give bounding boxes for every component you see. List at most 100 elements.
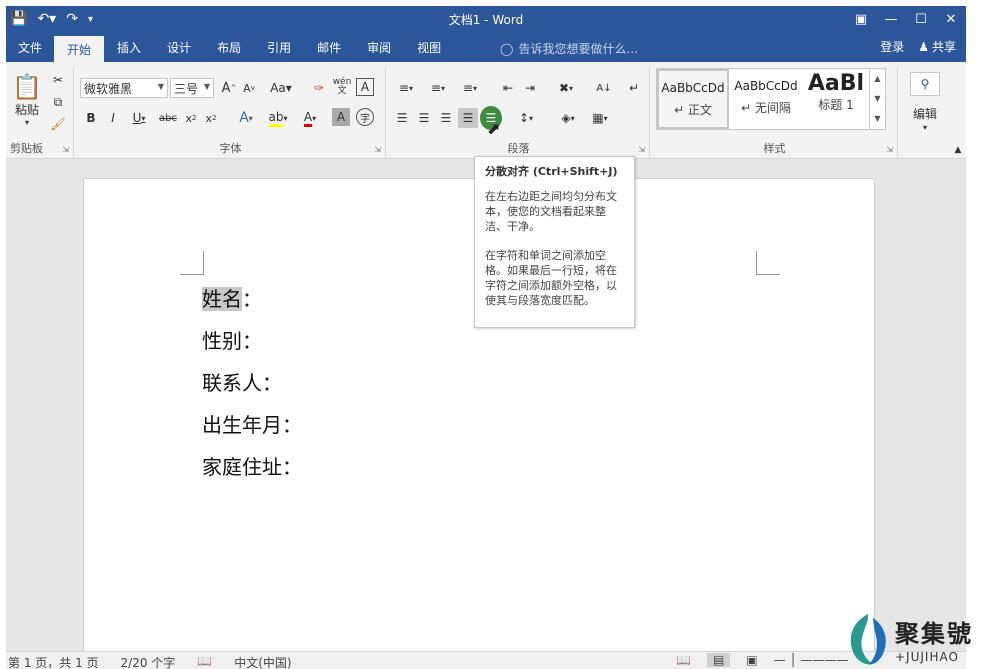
strikethrough-button[interactable]: abc: [156, 108, 180, 128]
person-icon: ♟: [918, 39, 929, 54]
margin-corner-top-right: [756, 251, 780, 275]
style-normal[interactable]: AaBbCcDd ↵ 正文: [657, 69, 729, 129]
line-spacing-button[interactable]: ↕ ▾: [512, 108, 540, 128]
chevron-down-icon[interactable]: ▼: [870, 89, 885, 109]
increase-indent-button[interactable]: ⇥: [520, 78, 540, 98]
dialog-launcher-icon[interactable]: ⇲: [638, 145, 645, 154]
window-title: 文档1 - Word: [448, 13, 524, 27]
close-button[interactable]: ✕: [936, 6, 966, 32]
bullets-button[interactable]: ≡ ▾: [392, 78, 420, 98]
character-border-button[interactable]: A: [356, 78, 374, 96]
shading-button[interactable]: ◈ ▾: [554, 108, 582, 128]
grow-font-button[interactable]: A ^: [220, 78, 238, 98]
dialog-launcher-icon[interactable]: ⇲: [374, 145, 381, 154]
word-count[interactable]: 2/20 个字: [121, 654, 176, 669]
highlight-color-button[interactable]: ab ▾: [264, 108, 292, 128]
zoom-slider[interactable]: — │ ————: [774, 653, 849, 667]
maximize-button[interactable]: ☐: [906, 6, 936, 32]
tab-mailings[interactable]: 邮件: [304, 32, 354, 62]
editing-group[interactable]: ⚲ 编辑 ▾: [900, 66, 954, 158]
subscript-button[interactable]: x2: [182, 108, 200, 128]
dialog-launcher-icon[interactable]: ⇲: [886, 145, 893, 154]
justify-button[interactable]: ☰: [458, 108, 478, 128]
share-button[interactable]: ♟ 共享: [918, 38, 956, 55]
doc-line-name-colon: ：: [242, 287, 262, 311]
chevron-up-icon[interactable]: ▲: [870, 69, 885, 89]
shrink-font-button[interactable]: Av: [240, 78, 258, 98]
text-effects-button[interactable]: A ▾: [232, 108, 260, 128]
web-layout-icon[interactable]: ▣: [746, 653, 757, 667]
print-layout-icon[interactable]: ▤: [706, 653, 731, 667]
format-painter-icon[interactable]: 🖌: [48, 114, 68, 134]
read-mode-icon[interactable]: 📖: [676, 653, 691, 667]
paragraph-group: ≡ ▾ ≡ ▾ ≡ ▾ ⇤ ⇥ ✖ ▾ A↓ ↵ ☰ ☰ ☰ ☰ ☰ ↕ ▾ ◈ ▾ ▦ ▾ …: [388, 66, 650, 158]
style-heading1-name: 标题 1: [818, 98, 854, 112]
multilevel-list-button[interactable]: ≡ ▾: [456, 78, 484, 98]
font-size-value: 三号: [174, 81, 199, 96]
highlighter-icon: ab: [268, 110, 284, 127]
watermark-logo: 聚集號 +JUJIHAO: [843, 612, 991, 669]
ribbon-tab-bar: 文件 开始 插入 设计 布局 引用 邮件 审阅 视图 ◯ 告诉我您想要做什么..…: [6, 32, 966, 62]
dialog-launcher-icon[interactable]: ⇲: [62, 145, 69, 154]
doc-line-gender[interactable]: 性别：: [202, 325, 262, 354]
font-size-combo[interactable]: 三号 ▼: [170, 78, 214, 98]
tab-home[interactable]: 开始: [54, 36, 105, 62]
tab-insert[interactable]: 插入: [104, 32, 154, 62]
style-heading1-sample: AaBl: [807, 71, 865, 96]
page-count[interactable]: 第 1 页，共 1 页: [8, 654, 99, 669]
tab-references[interactable]: 引用: [254, 32, 304, 62]
align-left-button[interactable]: ☰: [392, 108, 412, 128]
show-marks-button[interactable]: ↵: [624, 78, 644, 98]
font-name-combo[interactable]: 微软雅黑 ▼: [80, 78, 168, 98]
italic-button[interactable]: I: [104, 108, 122, 128]
bold-button[interactable]: B: [82, 108, 100, 128]
logo-text: 聚集號: [895, 619, 973, 648]
more-styles-icon[interactable]: ▼: [870, 109, 885, 129]
logo-subtext: +JUJIHAO: [895, 650, 959, 664]
doc-line-birth[interactable]: 出生年月：: [202, 409, 302, 438]
find-icon[interactable]: ⚲: [910, 72, 940, 96]
phonetic-guide-button[interactable]: wén 文: [332, 76, 352, 98]
paragraph-group-label: 段落: [507, 142, 530, 155]
chinese-layout-button[interactable]: ✖ ▾: [552, 78, 580, 98]
tab-review[interactable]: 审阅: [354, 32, 404, 62]
tell-me-box[interactable]: ◯ 告诉我您想要做什么...: [500, 40, 638, 57]
paste-button[interactable]: 📋 粘贴 ▾: [10, 70, 44, 130]
align-right-button[interactable]: ☰: [436, 108, 456, 128]
tab-view[interactable]: 视图: [404, 32, 454, 62]
character-shading-button[interactable]: A: [332, 108, 350, 126]
sort-button[interactable]: A↓: [594, 78, 614, 98]
doc-line-address[interactable]: 家庭住址：: [202, 451, 302, 480]
borders-button[interactable]: ▦ ▾: [586, 108, 614, 128]
language-indicator[interactable]: 中文(中国): [234, 654, 291, 669]
mouse-pointer-icon: ⬈: [487, 119, 501, 138]
superscript-button[interactable]: x2: [202, 108, 220, 128]
doc-line-contact[interactable]: 联系人：: [202, 367, 282, 396]
clear-formatting-icon[interactable]: ✑: [310, 78, 328, 98]
proofing-icon[interactable]: 📖: [197, 654, 212, 669]
tab-layout[interactable]: 布局: [204, 32, 254, 62]
font-color-button[interactable]: A ▾: [296, 108, 324, 128]
numbering-button[interactable]: ≡ ▾: [424, 78, 452, 98]
style-heading1[interactable]: AaBl 标题 1: [803, 69, 869, 129]
styles-gallery-scroll[interactable]: ▲ ▼ ▼: [869, 69, 885, 129]
style-normal-name: ↵ 正文: [674, 103, 712, 117]
minimize-button[interactable]: —: [876, 6, 906, 32]
underline-button[interactable]: U ▾: [126, 108, 152, 128]
change-case-button[interactable]: Aa ▾: [266, 78, 296, 98]
tab-file[interactable]: 文件: [6, 32, 54, 62]
enclose-characters-button[interactable]: 字: [356, 108, 374, 126]
tab-design[interactable]: 设计: [154, 32, 204, 62]
copy-icon[interactable]: ⧉: [48, 92, 68, 112]
ribbon-display-options-icon[interactable]: ▣: [846, 6, 876, 32]
style-normal-sample: AaBbCcDd: [661, 81, 725, 95]
decrease-indent-button[interactable]: ⇤: [498, 78, 518, 98]
cut-icon[interactable]: ✂: [48, 70, 68, 90]
login-link[interactable]: 登录: [880, 38, 904, 55]
style-no-spacing[interactable]: AaBbCcDd ↵ 无间隔: [731, 69, 801, 129]
align-center-button[interactable]: ☰: [414, 108, 434, 128]
doc-line-name[interactable]: 姓名：: [202, 283, 262, 312]
collapse-ribbon-icon[interactable]: ▲: [952, 144, 964, 156]
window-controls: ▣ — ☐ ✕: [846, 6, 966, 32]
chevron-down-icon: ▾: [922, 122, 927, 132]
